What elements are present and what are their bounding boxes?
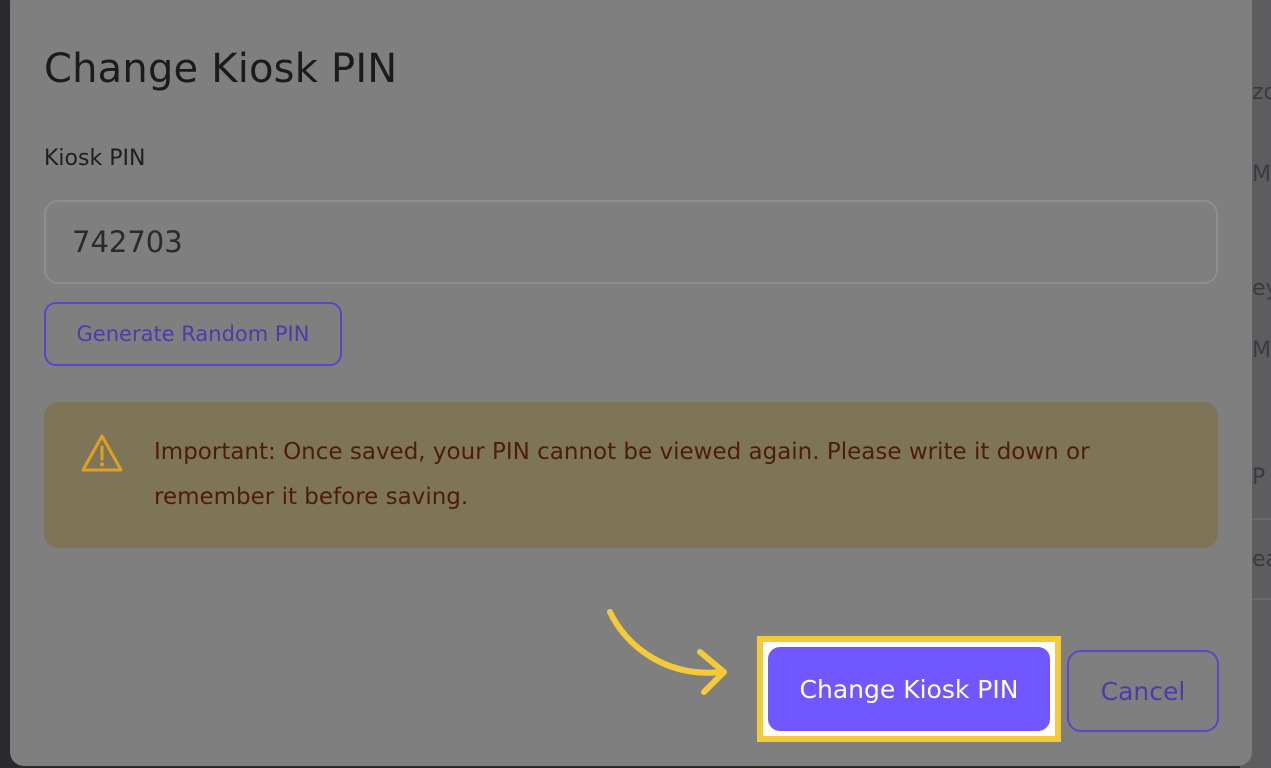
pin-field-label: Kiosk PIN [44,146,146,171]
background-text-fragment: ey [1252,276,1271,301]
cancel-button[interactable]: Cancel [1067,650,1219,732]
warning-text: Important: Once saved, your PIN cannot b… [154,439,1090,510]
background-text-fragment: P [1252,465,1266,490]
pin-input[interactable] [44,200,1218,284]
generate-random-pin-button[interactable]: Generate Random PIN [44,302,342,366]
warning-triangle-icon [81,434,123,472]
pointer-arrow-icon [607,609,727,695]
modal-title: Change Kiosk PIN [44,46,398,92]
background-text-fragment: M [1252,162,1271,187]
change-pin-modal: Change Kiosk PIN Kiosk PIN Generate Rand… [10,0,1252,766]
background-text-fragment: M [1252,338,1271,363]
background-text-fragment: ea [1252,547,1271,572]
background-text-fragment: zo [1252,80,1271,105]
warning-alert: Important: Once saved, your PIN cannot b… [44,402,1218,548]
change-kiosk-pin-button[interactable]: Change Kiosk PIN [768,647,1050,731]
